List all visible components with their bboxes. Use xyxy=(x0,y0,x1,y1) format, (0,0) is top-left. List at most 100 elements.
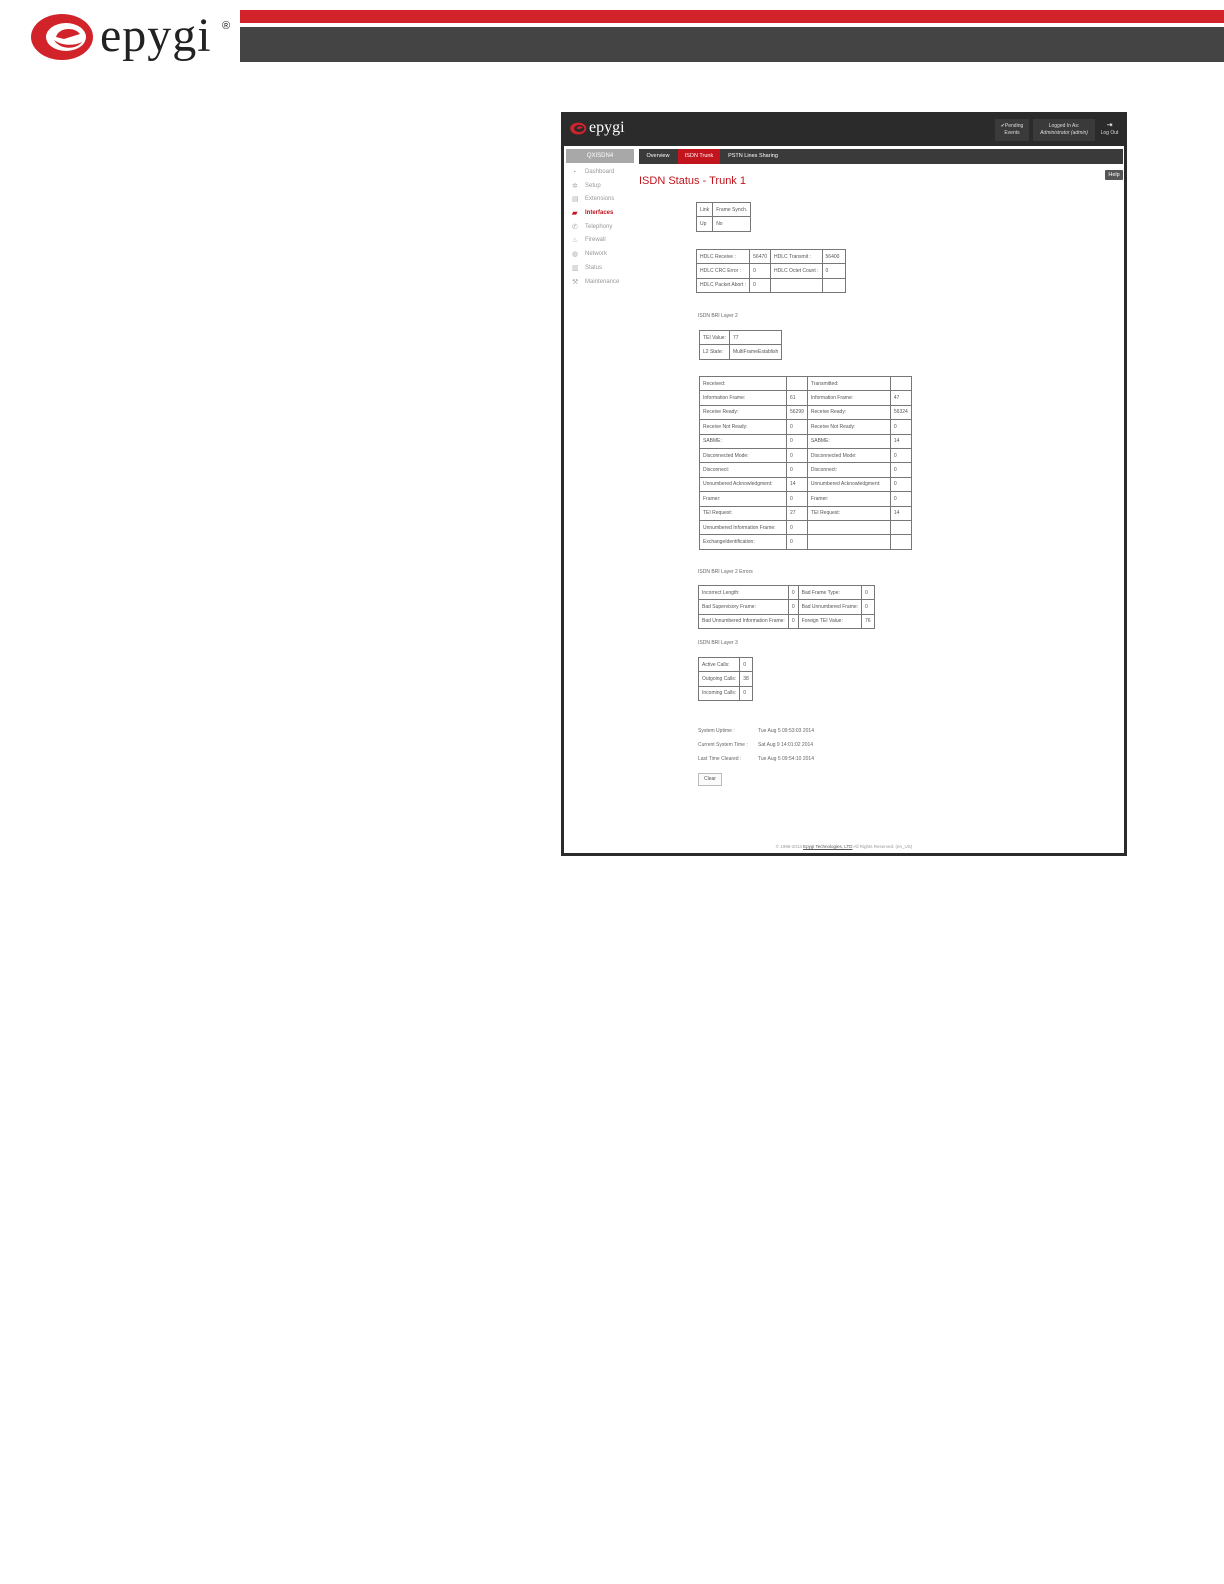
logged-in-label: Logged In As: xyxy=(1048,123,1080,129)
sidebar-item-telephony[interactable]: ✆ Telephony xyxy=(566,221,634,235)
table-cell: Bad Unnumbered Frame: xyxy=(797,599,863,615)
table-cell: TEI Request: xyxy=(806,505,891,521)
sidebar-item-maintenance[interactable]: ⚒ Maintenance xyxy=(566,276,634,290)
phone-icon: ✆ xyxy=(572,223,578,231)
last-cleared-value: Tue Aug 5 09:54:10 2014 xyxy=(758,756,814,762)
table-cell: Incoming Calls: xyxy=(697,685,741,702)
table-cell: 0 xyxy=(786,433,808,449)
table-cell: Incorrect Length: xyxy=(698,584,789,601)
table-cell: Receive Ready: xyxy=(699,404,787,421)
sidebar-item-label: Telephony xyxy=(585,223,613,230)
sidebar-item-label: Status xyxy=(585,264,603,271)
table-row: Receive Ready: 56299 Receive Ready: 56324 xyxy=(699,404,912,421)
device-name: QXISDN4 xyxy=(566,149,634,163)
table-cell: 0 xyxy=(786,519,808,536)
table-row: L2 State: MultiFrameEstablish xyxy=(699,344,783,360)
footer: © 1996-2014 Epygi Technologies, LTD All … xyxy=(564,844,1124,849)
table-cell: Framer: xyxy=(806,491,891,507)
footer-company-link[interactable]: Epygi Technologies, LTD xyxy=(803,844,852,849)
sidebar-item-firewall[interactable]: ♨ Firewall xyxy=(566,234,634,248)
table-cell: 0 xyxy=(786,419,808,435)
sidebar-item-extensions[interactable]: ▤ Extensions xyxy=(566,193,634,207)
table-cell: Unnumbered Information Frame: xyxy=(699,519,787,536)
epygi-doc-logo: epygi ® xyxy=(30,9,235,64)
table-cell: 0 xyxy=(787,599,799,615)
table-cell xyxy=(889,534,912,550)
footer-rights: All Rights Reserved. (en_US) xyxy=(852,844,913,849)
app-brand-text: epygi xyxy=(589,119,625,136)
table-cell: Bad Supervisory Frame: xyxy=(698,599,789,615)
table-row: TEI Request: 27 TEI Request: 14 xyxy=(699,505,912,521)
table-row: Received: Transmitted: xyxy=(699,375,912,392)
table-row: ExchangeIdentification: 0 xyxy=(699,534,912,550)
table-cell: 0 xyxy=(889,476,912,493)
table-cell: Up xyxy=(695,216,714,232)
current-time-label: Current System Time : xyxy=(698,742,748,748)
table-row: Bad Supervisory Frame: 0 Bad Unnumbered Fr… xyxy=(698,599,875,615)
footer-copyright: © 1996-2014 xyxy=(775,844,804,849)
clear-button[interactable]: Clear xyxy=(698,773,722,786)
screenshot-frame: epygi ✔Pending Events Logged In As: Admi… xyxy=(561,112,1127,856)
tab-overview[interactable]: Overview xyxy=(642,149,674,164)
table-cell: 61 xyxy=(786,390,808,406)
table-row: Link Frame Synch. xyxy=(695,201,752,218)
table-cell: MultiFrameEstablish xyxy=(728,344,783,360)
app-header: epygi ✔Pending Events Logged In As: Admi… xyxy=(564,115,1124,146)
sidebar-item-setup[interactable]: ✲ Setup xyxy=(566,180,634,194)
table-cell: Received: xyxy=(699,375,787,392)
table-cell: 0 xyxy=(786,491,808,507)
table-cell: Unnumbered Acknowledgment: xyxy=(699,476,787,493)
sidebar-item-dashboard[interactable]: ◔ Dashboard xyxy=(566,166,634,180)
interfaces-icon: ▰ xyxy=(572,210,578,218)
table-cell: 0 xyxy=(861,599,875,615)
table-cell: 0 xyxy=(749,263,772,279)
table-cell: Unnumbered Acknowledgment: xyxy=(806,476,891,493)
sidebar-item-interfaces[interactable]: ▰ Interfaces xyxy=(566,207,634,221)
table-cell: Receive Ready: xyxy=(806,404,891,421)
table-cell: Receive Not Ready: xyxy=(806,419,891,435)
sidebar-item-label: Maintenance xyxy=(585,278,620,285)
table-cell: HDLC Receive : xyxy=(695,248,751,265)
help-button[interactable]: Help xyxy=(1105,170,1123,180)
table-cell: Bad Unnumbered Information Frame: xyxy=(698,613,789,630)
pending-events-button[interactable]: ✔Pending Events xyxy=(995,119,1029,141)
sidebar-item-status[interactable]: ▥ Status xyxy=(566,262,634,276)
table-row: Information Frame: 61 Information Frame: 47 xyxy=(699,390,912,406)
table-row: Unnumbered Information Frame: 0 xyxy=(699,519,912,536)
doc-header-dark-bar xyxy=(240,27,1224,62)
table-cell: 0 xyxy=(861,584,875,601)
table-cell: Disconnected Mode: xyxy=(699,447,787,464)
table-cell: 0 xyxy=(739,685,753,702)
gear-icon: ✲ xyxy=(572,182,578,190)
logout-icon: ⇥ xyxy=(1106,122,1113,129)
pending-label: ✔Pending xyxy=(1000,123,1024,129)
logout-button[interactable]: ⇥ Log Out xyxy=(1097,119,1122,141)
table-cell: SABME: xyxy=(806,433,891,449)
table-cell: 0 xyxy=(739,656,753,673)
table-cell: 0 xyxy=(787,613,799,630)
table-cell: 0 xyxy=(787,584,799,601)
sidebar-item-label: Dashboard xyxy=(585,169,615,175)
tab-pstn-lines-sharing[interactable]: PSTN Lines Sharing xyxy=(723,149,783,164)
table-cell: Foreign TEI Value: xyxy=(797,613,863,630)
table-cell: Disconnected Mode: xyxy=(806,447,891,464)
layer2-errors-label: ISDN BRI Layer 2 Errors xyxy=(698,569,753,575)
table-cell: 14 xyxy=(889,505,912,521)
system-uptime-value: Tue Aug 5 09:53:03 2014 xyxy=(758,728,814,734)
system-uptime-label: System Uptime : xyxy=(698,728,735,734)
table-cell: HDLC Packet Abort : xyxy=(695,277,751,294)
table-cell: 76 xyxy=(861,613,875,630)
table-cell: L2 State: xyxy=(699,344,730,360)
table-row: Bad Unnumbered Information Frame: 0 Foreig… xyxy=(698,613,875,630)
table-cell: HDLC Octet Count : xyxy=(770,263,823,279)
sidebar-item-network[interactable]: ◍ Network xyxy=(566,248,634,262)
table-cell: 56299 xyxy=(786,404,808,421)
table-cell: Receive Not Ready: xyxy=(699,419,787,435)
tab-isdn-trunk[interactable]: ISDN Trunk xyxy=(678,149,720,164)
tei-table: TEI Value: 77 L2 State: MultiFrameEstablis… xyxy=(699,329,783,360)
layer2-label: ISDN BRI Layer 2 xyxy=(698,313,738,319)
table-row: Framer: 0 Framer: 0 xyxy=(699,491,912,507)
table-row: Incoming Calls: 0 xyxy=(697,685,753,702)
table-cell: TEI Request: xyxy=(699,505,787,521)
table-row: Active Calls: 0 xyxy=(697,656,753,673)
